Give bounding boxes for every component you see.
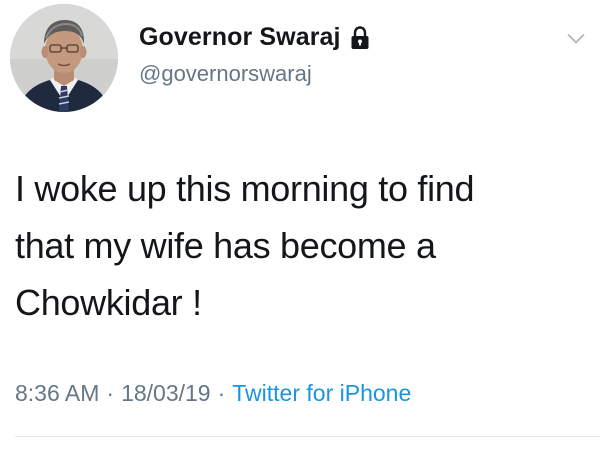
lock-icon (350, 26, 370, 50)
avatar[interactable] (10, 4, 118, 112)
tweet-text: I woke up this morning to find that my w… (15, 160, 585, 331)
display-name[interactable]: Governor Swaraj (139, 23, 341, 52)
tweet-text-line: that my wife has become a (15, 225, 436, 266)
author-handle[interactable]: @governorswaraj (139, 61, 312, 87)
chevron-down-icon[interactable] (567, 33, 585, 45)
tweet-meta: 8:36 AM · 18/03/19 · Twitter for iPhone (15, 375, 411, 411)
tweet-source-link[interactable]: Twitter for iPhone (232, 380, 411, 407)
meta-separator: · (106, 379, 115, 406)
author-name-row: Governor Swaraj (139, 20, 370, 54)
tweet-time[interactable]: 8:36 AM (15, 380, 99, 407)
tweet-card: Governor Swaraj @governorswaraj I woke u… (0, 0, 600, 450)
tweet-text-line: I woke up this morning to find (15, 168, 475, 209)
meta-separator: · (217, 379, 226, 406)
divider (15, 436, 600, 437)
tweet-date[interactable]: 18/03/19 (121, 380, 211, 407)
tweet-text-line: Chowkidar ! (15, 282, 202, 323)
profile-photo-image (10, 4, 118, 112)
